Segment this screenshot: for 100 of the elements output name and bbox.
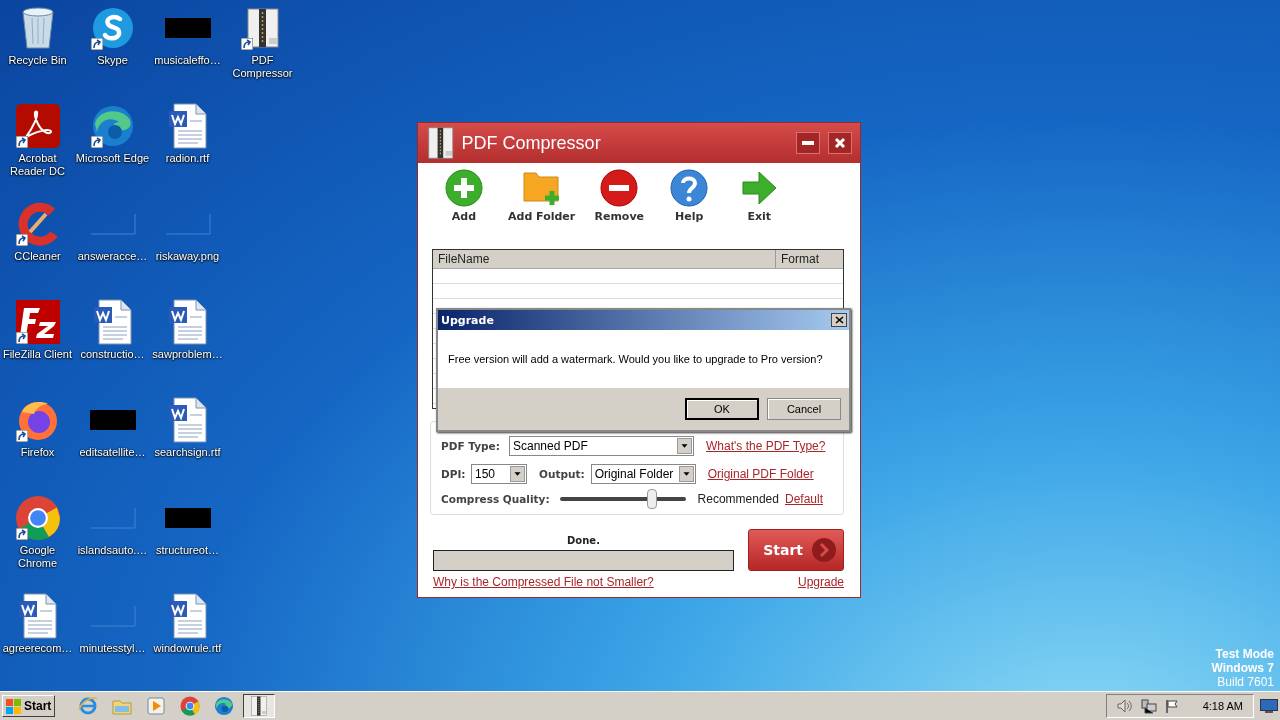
quality-label: Compress Quality: xyxy=(441,493,550,505)
desktop-icon-label[interactable]: Google Chrome xyxy=(0,544,76,570)
speaker-icon xyxy=(1116,699,1133,713)
default-link[interactable]: Default xyxy=(784,492,823,506)
internet-explorer-icon xyxy=(78,696,99,716)
system-info-text: Build 7601 xyxy=(1217,675,1274,689)
folder-icon xyxy=(112,697,133,715)
start-button[interactable]: Start xyxy=(2,695,56,717)
close-button[interactable] xyxy=(828,132,852,154)
arrow-right-icon xyxy=(740,169,779,207)
pdf-compressor-icon xyxy=(428,127,454,159)
recycle-bin-icon xyxy=(19,6,56,50)
desktop-icon-label[interactable]: Firefox xyxy=(0,446,76,459)
pdf-type-label: PDF Type: xyxy=(441,440,501,452)
plus-icon xyxy=(445,169,483,207)
toolbar-button[interactable]: Help xyxy=(657,169,722,235)
taskbar-app-button[interactable] xyxy=(243,694,276,718)
document-icon xyxy=(92,299,133,345)
quality-reading: Recommended xyxy=(697,492,779,506)
document-icon xyxy=(167,103,208,149)
desktop-icon-label[interactable]: radion.rtf xyxy=(149,152,226,165)
desktop-icon-label[interactable]: minutesstyl… xyxy=(74,642,151,655)
pdf-compressor-icon xyxy=(246,8,279,48)
close-icon xyxy=(834,316,844,324)
status-text: Done. xyxy=(567,535,600,546)
minus-icon xyxy=(600,169,639,207)
toolbar-button[interactable]: Exit xyxy=(727,169,792,235)
desktop-icon-label[interactable]: Skype xyxy=(74,54,151,67)
desktop-icon-label[interactable]: Acrobat Reader DC xyxy=(0,152,76,178)
edge-icon xyxy=(214,696,235,716)
clock[interactable]: 4:18 AM xyxy=(1202,700,1243,712)
help-icon xyxy=(670,169,709,207)
desktop-icon-label[interactable]: riskaway.png xyxy=(149,250,226,263)
filezilla-icon xyxy=(15,300,60,344)
desktop-icon-label[interactable]: searchsign.rtf xyxy=(149,446,226,459)
slider-thumb[interactable] xyxy=(646,489,657,509)
file-icon xyxy=(89,605,136,627)
dpi-dropdown[interactable]: 150 xyxy=(471,464,527,484)
output-dropdown[interactable]: Original Folder xyxy=(590,464,696,484)
network-icon xyxy=(1140,698,1157,714)
document-icon xyxy=(167,299,208,345)
dialog-message: Free version will add a watermark. Would you like to upgrade to Pro version? xyxy=(448,353,823,365)
close-button[interactable] xyxy=(831,313,847,327)
thumbnail-icon xyxy=(89,410,136,430)
document-icon xyxy=(167,397,208,443)
flag-icon xyxy=(1164,698,1179,714)
desktop-icon-label[interactable]: Recycle Bin xyxy=(0,54,76,67)
compression-help-link[interactable]: Why is the Compressed File not Smaller? xyxy=(433,575,654,589)
desktop-icon-label[interactable]: windowrule.rtf xyxy=(149,642,226,655)
document-icon xyxy=(167,593,208,639)
file-icon xyxy=(89,507,136,529)
thumbnail-icon xyxy=(164,508,211,528)
output-folder-link[interactable]: Original PDF Folder xyxy=(707,467,814,481)
pdf-compressor-icon xyxy=(251,696,268,716)
system-info-text: Windows 7 xyxy=(1211,661,1274,675)
column-header[interactable]: Format xyxy=(775,250,843,268)
system-info-text: Test Mode xyxy=(1215,647,1274,661)
media-player-icon xyxy=(147,697,166,715)
desktop-icon-label[interactable]: constructio… xyxy=(74,348,151,361)
desktop-icon-label[interactable]: structureot… xyxy=(149,544,226,557)
toolbar-button[interactable]: Remove xyxy=(587,169,652,235)
desktop-icon-label[interactable]: musicaleffo… xyxy=(149,54,226,67)
pdf-type-dropdown[interactable]: Scanned PDF xyxy=(509,436,694,456)
toolbar-button[interactable]: Add Folder xyxy=(502,169,582,235)
output-label: Output: xyxy=(539,468,585,480)
pdf-type-help-link[interactable]: What's the PDF Type? xyxy=(706,439,826,453)
column-header[interactable]: FileName xyxy=(433,250,775,268)
file-icon xyxy=(164,213,211,235)
desktop-icon-label[interactable]: islandsauto.… xyxy=(74,544,151,557)
desktop-icon-label[interactable]: Microsoft Edge xyxy=(74,152,151,165)
show-desktop-icon[interactable] xyxy=(1260,699,1278,713)
document-icon xyxy=(17,593,58,639)
start-button[interactable]: Start xyxy=(748,529,844,571)
dialog-button[interactable]: Cancel xyxy=(767,398,841,420)
skype-icon xyxy=(91,7,134,49)
close-icon xyxy=(834,137,846,149)
dialog-button[interactable]: OK xyxy=(685,398,759,420)
desktop-icon-label[interactable]: agreerecom… xyxy=(0,642,76,655)
folder-add-icon xyxy=(521,169,562,207)
desktop-icon-label[interactable]: sawproblem… xyxy=(149,348,226,361)
desktop-icon-label[interactable]: answeracce… xyxy=(74,250,151,263)
dialog-title: Upgrade xyxy=(441,313,494,327)
desktop-icon-label[interactable]: PDF Compressor xyxy=(224,54,301,80)
thumbnail-icon xyxy=(164,18,211,38)
minimize-icon xyxy=(802,141,814,145)
windows-logo-icon xyxy=(6,698,22,714)
upgrade-link[interactable]: Upgrade xyxy=(797,575,844,589)
desktop-icon-label[interactable]: FileZilla Client xyxy=(0,348,76,361)
edge-icon xyxy=(90,104,135,148)
chrome-icon xyxy=(14,495,61,541)
chrome-icon xyxy=(180,696,201,716)
toolbar-button[interactable]: Add xyxy=(432,169,496,235)
arrow-circle-icon xyxy=(811,537,837,563)
desktop-icon-label[interactable]: editsatellite… xyxy=(74,446,151,459)
file-icon xyxy=(89,213,136,235)
window-title: PDF Compressor xyxy=(461,132,602,154)
desktop-icon-label[interactable]: CCleaner xyxy=(0,250,76,263)
dpi-label: DPI: xyxy=(441,468,465,480)
minimize-button[interactable] xyxy=(796,132,820,154)
acrobat-icon xyxy=(15,104,60,148)
